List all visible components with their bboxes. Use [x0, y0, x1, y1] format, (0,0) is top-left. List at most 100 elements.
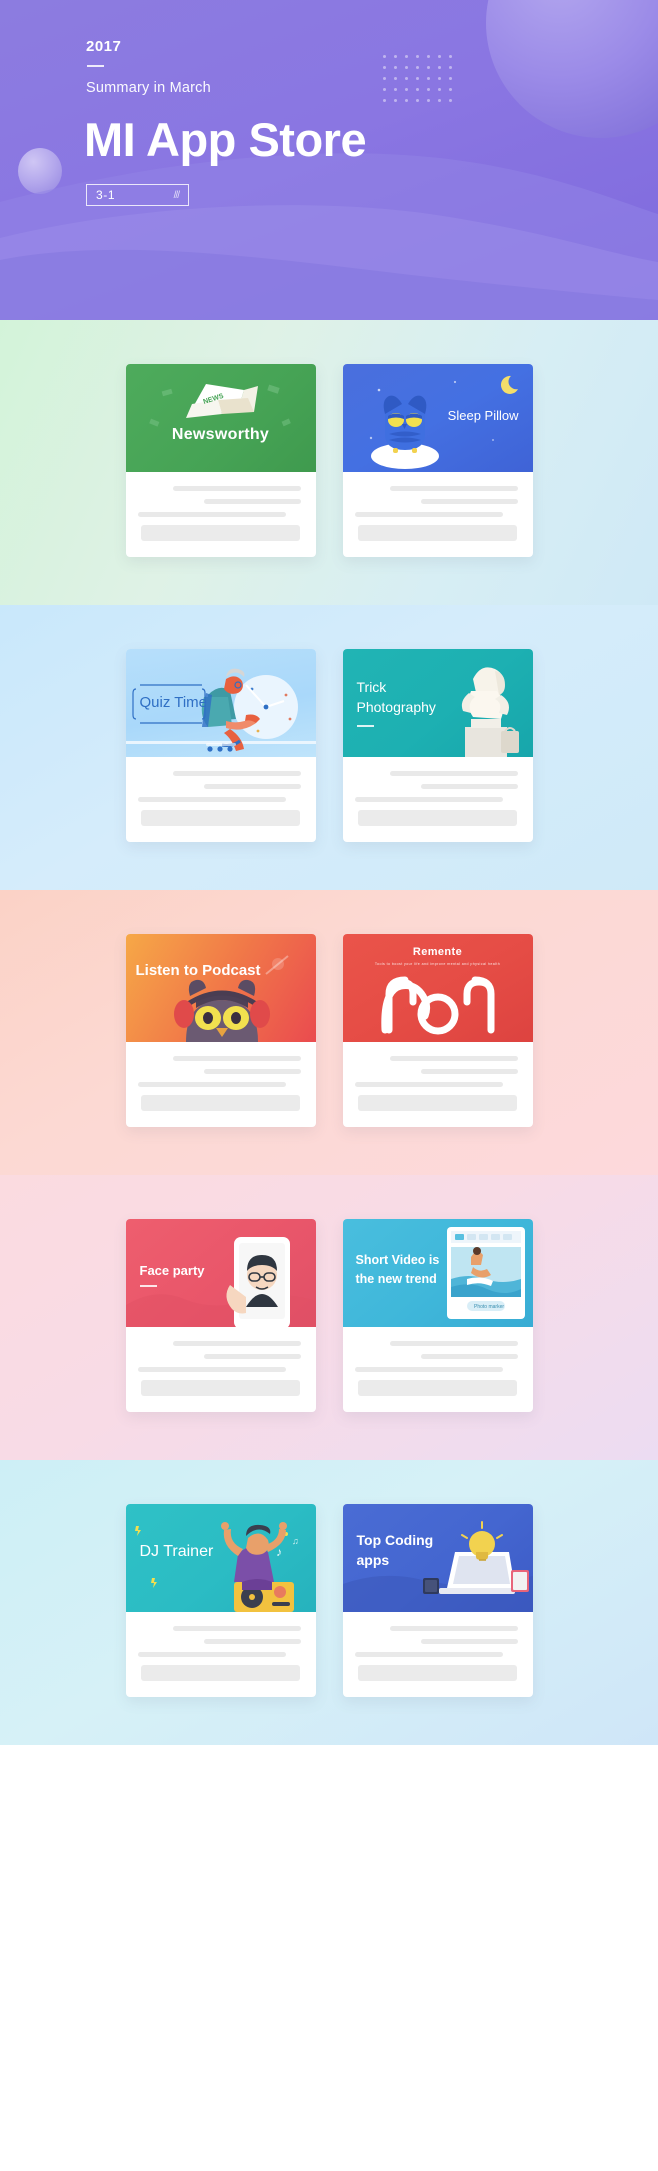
card-title: Short Video is the new trend — [355, 1253, 440, 1286]
card-body — [126, 472, 316, 557]
app-card-short-video[interactable]: Photo marker Short Video is the new tren… — [342, 1219, 533, 1412]
card-body — [343, 472, 533, 557]
card-thumbnail: NEWS Newsworthy — [125, 364, 316, 472]
placeholder-line — [355, 797, 503, 802]
card-title-text: Remente — [412, 946, 463, 958]
placeholder-block — [357, 1665, 518, 1681]
card-thumbnail: Trick Photography — [342, 649, 533, 757]
card-title: Sleep Pillow — [447, 408, 519, 423]
placeholder-line — [355, 1367, 503, 1372]
placeholder-line — [173, 486, 302, 491]
card-title: DJ Trainer — [139, 1543, 214, 1560]
placeholder-block — [140, 525, 301, 541]
placeholder-line — [390, 771, 519, 776]
placeholder-line — [203, 1639, 302, 1644]
card-title: Listen to Podcast — [135, 962, 261, 979]
placeholder-line — [138, 1652, 286, 1657]
owl-headphones-icon — [173, 955, 289, 1042]
card-thumbnail: Quiz Time — [125, 649, 316, 757]
card-body — [343, 1327, 533, 1412]
placeholder-line — [420, 499, 519, 504]
svg-text:♪: ♪ — [276, 1545, 282, 1559]
placeholder-block — [357, 525, 518, 541]
section-row-2: Quiz Time Trick Photography — [0, 605, 658, 890]
app-card-quiz-time[interactable]: Quiz Time — [125, 649, 316, 842]
placeholder-line — [420, 1639, 519, 1644]
placeholder-line — [173, 1056, 302, 1061]
hero-year: 2017 — [86, 38, 122, 55]
placeholder-line — [203, 499, 302, 504]
placeholder-line — [203, 1069, 302, 1074]
section-row-5: ♪ ♫ DJ Trainer Top Coding apps — [0, 1460, 658, 1745]
card-body — [343, 1042, 533, 1127]
card-title-text: Face party — [139, 1263, 205, 1278]
section-row-4: Face party Photo marker Short Video is t… — [0, 1175, 658, 1460]
card-subtitle: Tools to boost your life and improve men… — [374, 962, 501, 966]
card-body — [343, 1612, 533, 1697]
card-thumbnail: Sleep Pillow — [342, 364, 533, 472]
placeholder-block — [357, 1095, 518, 1111]
app-card-dj-trainer[interactable]: ♪ ♫ DJ Trainer — [125, 1504, 316, 1697]
placeholder-line — [355, 1652, 503, 1657]
placeholder-line — [173, 1626, 302, 1631]
card-body — [126, 1612, 316, 1697]
placeholder-line — [138, 512, 286, 517]
card-title: Face party — [139, 1263, 205, 1287]
page-title: MI App Store — [84, 113, 367, 166]
placeholder-line — [420, 784, 519, 789]
placeholder-line — [420, 1069, 519, 1074]
title-underline — [139, 1285, 157, 1287]
app-card-top-coding-apps[interactable]: Top Coding apps — [342, 1504, 533, 1697]
card-body — [126, 1042, 316, 1127]
placeholder-line — [138, 797, 286, 802]
app-card-remente[interactable]: Remente Tools to boost your life and imp… — [342, 934, 533, 1127]
section-row-3: Listen to Podcast Remente Tools to boost… — [0, 890, 658, 1175]
card-title: Quiz Time — [139, 694, 208, 711]
placeholder-line — [390, 1626, 519, 1631]
svg-text:Photo marker: Photo marker — [474, 1304, 504, 1310]
hero-divider — [87, 65, 104, 67]
page-badge[interactable]: 3-1 /// — [86, 184, 189, 207]
card-title: Trick Photography — [356, 677, 452, 727]
badge-slashes-icon: /// — [173, 189, 180, 201]
svg-text:♫: ♫ — [292, 1536, 299, 1546]
placeholder-line — [203, 1354, 302, 1359]
card-thumbnail: Listen to Podcast — [125, 934, 316, 1042]
placeholder-block — [140, 1095, 301, 1111]
placeholder-block — [140, 1665, 301, 1681]
title-underline — [356, 724, 374, 727]
app-card-trick-photography[interactable]: Trick Photography — [342, 649, 533, 842]
placeholder-line — [355, 512, 503, 517]
card-body — [126, 757, 316, 842]
app-card-newsworthy[interactable]: NEWS Newsworthy — [125, 364, 316, 557]
card-thumbnail: ♪ ♫ DJ Trainer — [125, 1504, 316, 1612]
card-thumbnail: Remente Tools to boost your life and imp… — [342, 934, 533, 1042]
app-card-face-party[interactable]: Face party — [125, 1219, 316, 1412]
placeholder-line — [138, 1367, 286, 1372]
card-thumbnail: Top Coding apps — [342, 1504, 533, 1612]
hero-subtitle: Summary in March — [86, 80, 211, 96]
placeholder-line — [390, 486, 519, 491]
card-title: Remente Tools to boost your life and imp… — [343, 946, 533, 966]
section-row-1: NEWS Newsworthy Sleep Pillow — [0, 320, 658, 605]
placeholder-block — [357, 1380, 518, 1396]
placeholder-line — [420, 1354, 519, 1359]
placeholder-block — [357, 810, 518, 826]
app-card-listen-to-podcast[interactable]: Listen to Podcast — [125, 934, 316, 1127]
newspaper-icon: NEWS — [148, 384, 291, 427]
placeholder-line — [173, 771, 302, 776]
card-title-text: Trick Photography — [356, 679, 436, 716]
hero-header: 2017 Summary in March MI App Store 3-1 /… — [0, 0, 658, 320]
placeholder-line — [355, 1082, 503, 1087]
placeholder-line — [390, 1341, 519, 1346]
card-title: Newsworthy — [171, 426, 270, 443]
placeholder-line — [173, 1341, 302, 1346]
placeholder-block — [140, 1380, 301, 1396]
placeholder-line — [203, 784, 302, 789]
placeholder-block — [140, 810, 301, 826]
app-store-summary-page: 2017 Summary in March MI App Store 3-1 /… — [0, 0, 658, 1745]
card-title: Top Coding apps — [356, 1532, 434, 1569]
badge-number: 3-1 — [96, 188, 116, 203]
card-thumbnail: Photo marker Short Video is the new tren… — [342, 1219, 533, 1327]
app-card-sleep-pillow[interactable]: Sleep Pillow — [342, 364, 533, 557]
